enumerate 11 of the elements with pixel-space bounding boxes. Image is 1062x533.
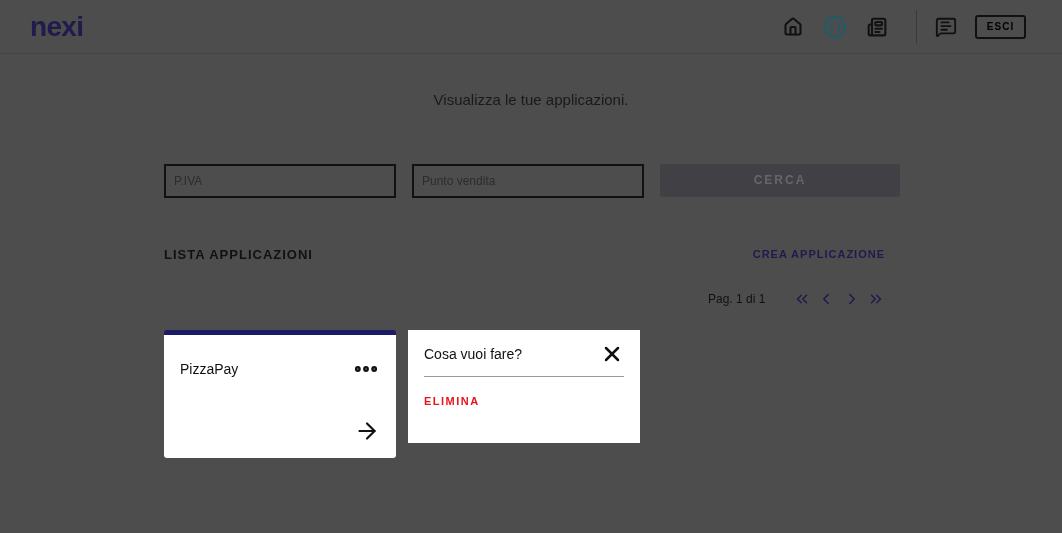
list-heading: LISTA APPLICAZIONI [164, 245, 313, 264]
logout-button[interactable]: ESCI [975, 14, 1026, 39]
page-indicator: Pag. 1 di 1 [708, 291, 766, 308]
document-icon[interactable] [866, 15, 888, 38]
help-icon[interactable] [935, 15, 957, 38]
app-card[interactable]: PizzaPay [164, 330, 396, 458]
app-name: PizzaPay [180, 359, 239, 379]
delete-action[interactable]: ELIMINA [424, 393, 480, 410]
home-icon[interactable] [782, 15, 804, 38]
code-icon[interactable] [824, 15, 846, 38]
menu-title: Cosa vuoi fare? [424, 344, 523, 364]
